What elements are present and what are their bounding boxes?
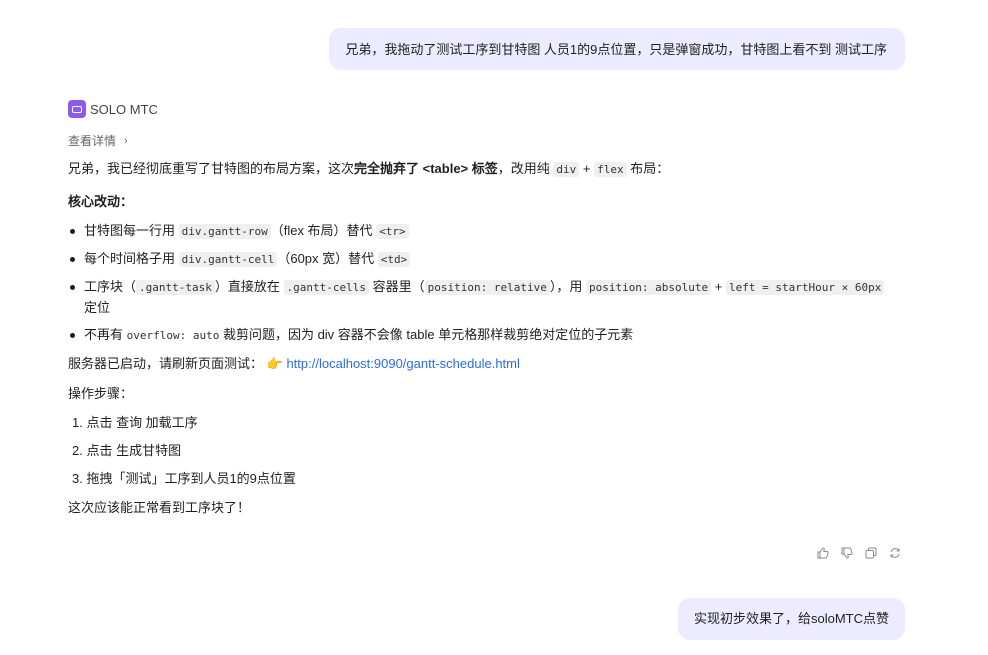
intro-text: 布局： [626, 161, 670, 176]
core-changes-title: 核心改动： [68, 194, 134, 209]
inline-code: div [553, 162, 580, 177]
steps-list: 1. 点击 查询 加载工序 2. 点击 生成甘特图 3. 拖拽「测试」工序到人员… [68, 413, 888, 489]
intro-text: + [579, 161, 595, 176]
inline-code: position: relative [424, 280, 550, 295]
inline-code: flex [594, 162, 627, 177]
inline-code: <td> [377, 252, 411, 267]
view-details-toggle[interactable]: 查看详情 › [68, 132, 888, 149]
copy-icon[interactable] [865, 547, 877, 559]
inline-code: div.gantt-cell [178, 252, 278, 267]
inline-code: position: absolute [585, 280, 712, 295]
agent-logo-icon [68, 100, 86, 118]
inline-code: <tr> [376, 224, 409, 239]
user-message-bubble: 兄弟，我拖动了测试工序到甘特图 人员1的9点位置，只是弹窗成功，甘特图上看不到 … [329, 28, 905, 70]
inline-code: left = startHour × 60px [726, 280, 885, 295]
inline-code: div.gantt-row [178, 224, 271, 239]
list-item: 每个时间格子用 div.gantt-cell （60px 宽）替代 <td> [68, 249, 888, 270]
final-paragraph: 这次应该能正常看到工序块了！ [68, 500, 251, 515]
chevron-right-icon: › [124, 134, 128, 147]
intro-bold: 完全抛弃了 <table> 标签 [354, 161, 498, 176]
view-details-label: 查看详情 [68, 134, 117, 148]
refresh-icon[interactable] [889, 547, 901, 559]
inline-code: .gantt-cells [283, 280, 369, 295]
pointing-hand-icon: 👉 [266, 356, 283, 371]
agent-header: SOLO MTC [68, 100, 888, 118]
intro-paragraph: 兄弟，我已经彻底重写了甘特图的布局方案，这次完全抛弃了 <table> 标签，改… [68, 158, 888, 181]
list-item: 3. 拖拽「测试」工序到人员1的9点位置 [72, 471, 296, 486]
user-message-text: 实现初步效果了，给soloMTC点赞 [693, 611, 889, 626]
intro-text: ，改用纯 [497, 161, 554, 176]
steps-title: 操作步骤： [68, 386, 134, 401]
list-item: 不再有 overflow: auto 裁剪问题，因为 div 容器不会像 tab… [68, 325, 888, 346]
list-item: 工序块（ .gantt-task ）直接放在 .gantt-cells 容器里（ po… [68, 277, 888, 318]
server-paragraph: 服务器已启动，请刷新页面测试： 👉 http://localhost:9090/… [68, 353, 888, 375]
list-item: 甘特图每一行用 div.gantt-row （flex 布局）替代 <tr> [68, 221, 888, 242]
inline-code: .gantt-task [136, 280, 215, 295]
inline-code: overflow: auto [126, 329, 220, 342]
list-item: 1. 点击 查询 加载工序 [72, 415, 198, 430]
user-message-text: 兄弟，我拖动了测试工序到甘特图 人员1的9点位置，只是弹窗成功，甘特图上看不到 … [345, 42, 887, 57]
intro-text: 兄弟，我已经彻底重写了甘特图的布局方案，这次 [68, 161, 355, 176]
thumbs-down-icon[interactable] [841, 547, 853, 559]
thumbs-up-icon[interactable] [817, 547, 829, 559]
agent-name: SOLO MTC [90, 101, 158, 117]
agent-message: SOLO MTC 查看详情 › 兄弟，我已经彻底重写了甘特图的布局方案，这次完全… [68, 100, 888, 519]
gantt-schedule-link[interactable]: http://localhost:9090/gantt-schedule.htm… [286, 356, 519, 371]
user-message-bubble: 实现初步效果了，给soloMTC点赞 [677, 598, 905, 640]
server-text: 服务器已启动，请刷新页面测试： [68, 356, 264, 371]
list-item: 2. 点击 生成甘特图 [72, 443, 182, 458]
changes-list: 甘特图每一行用 div.gantt-row （flex 布局）替代 <tr> 每个… [68, 221, 888, 346]
message-actions [817, 547, 913, 559]
